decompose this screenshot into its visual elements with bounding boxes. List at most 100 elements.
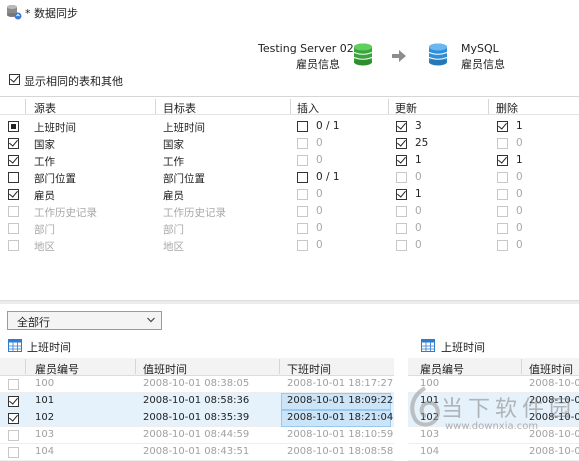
header-update[interactable]: 更新 xyxy=(395,100,417,116)
source-database-icon xyxy=(353,43,373,66)
target-database-icon xyxy=(428,43,448,66)
delete-checkbox[interactable] xyxy=(497,121,508,132)
update-checkbox[interactable] xyxy=(396,121,407,132)
update-count: 0 xyxy=(415,222,422,234)
row-include-checkbox[interactable] xyxy=(8,223,19,234)
delete-checkbox[interactable] xyxy=(497,240,508,251)
row-include-checkbox[interactable] xyxy=(8,206,19,217)
insert-count: 0 xyxy=(316,205,323,217)
update-count: 3 xyxy=(415,120,422,132)
delete-count: 1 xyxy=(516,120,523,132)
panel-splitter[interactable] xyxy=(0,300,579,304)
delete-checkbox[interactable] xyxy=(497,189,508,200)
delete-checkbox[interactable] xyxy=(497,172,508,183)
column-separator xyxy=(290,99,291,114)
column-separator xyxy=(488,99,489,114)
header-source-table[interactable]: 源表 xyxy=(34,100,56,116)
target-table-name: 部门 xyxy=(163,224,184,236)
table-row[interactable]: 100 2008-10-01 08:38:05 2008-10-01 18:17… xyxy=(0,376,394,393)
update-checkbox[interactable] xyxy=(396,155,407,166)
right-table-title: 上班时间 xyxy=(441,341,485,354)
table-row[interactable]: 104 2008-10-01 08:43:51 2008-10-01 18:08… xyxy=(0,444,394,461)
column-separator xyxy=(388,99,389,114)
mapping-row[interactable]: 部门位置 部门位置 0 / 1 0 0 xyxy=(0,169,579,186)
right-header-id[interactable]: 雇员编号 xyxy=(420,361,464,377)
row-include-checkbox[interactable] xyxy=(8,138,19,149)
left-header-end[interactable]: 下班时间 xyxy=(287,361,331,377)
show-same-label: 显示相同的表和其他 xyxy=(24,75,123,88)
row-include-checkbox[interactable] xyxy=(8,155,19,166)
cell-end-time: 2008-10-01 18:10:59 xyxy=(287,429,394,440)
target-table-name: 地区 xyxy=(163,241,184,253)
row-include-checkbox[interactable] xyxy=(8,189,19,200)
update-checkbox[interactable] xyxy=(396,138,407,149)
row-checkbox[interactable] xyxy=(8,379,19,390)
source-table-name: 地区 xyxy=(34,241,55,253)
mapping-row[interactable]: 工作历史记录 工作历史记录 0 0 0 xyxy=(0,203,579,220)
watermark-logo-icon xyxy=(410,386,440,427)
mapping-row[interactable]: 上班时间 上班时间 0 / 1 3 1 xyxy=(0,118,579,135)
update-count: 0 xyxy=(415,239,422,251)
delete-checkbox[interactable] xyxy=(497,223,508,234)
source-table-name: 雇员 xyxy=(34,190,55,202)
insert-checkbox[interactable] xyxy=(297,138,308,149)
header-insert[interactable]: 插入 xyxy=(297,100,319,116)
mapping-row[interactable]: 国家 国家 0 25 0 xyxy=(0,135,579,152)
update-checkbox[interactable] xyxy=(396,206,407,217)
row-checkbox[interactable] xyxy=(8,396,19,407)
right-header-start[interactable]: 值班时间 xyxy=(529,361,573,377)
update-checkbox[interactable] xyxy=(396,172,407,183)
row-include-checkbox[interactable] xyxy=(8,172,19,183)
delete-checkbox[interactable] xyxy=(497,138,508,149)
left-header-id[interactable]: 雇员编号 xyxy=(35,361,79,377)
row-filter-dropdown[interactable]: 全部行 xyxy=(7,311,162,330)
insert-checkbox[interactable] xyxy=(297,240,308,251)
row-include-checkbox[interactable] xyxy=(8,240,19,251)
delete-checkbox[interactable] xyxy=(497,206,508,217)
update-checkbox[interactable] xyxy=(396,240,407,251)
update-checkbox[interactable] xyxy=(396,189,407,200)
row-checkbox[interactable] xyxy=(8,413,19,424)
delete-checkbox[interactable] xyxy=(497,155,508,166)
right-grid-header: 雇员编号 值班时间 xyxy=(408,358,579,376)
insert-checkbox[interactable] xyxy=(297,172,308,183)
watermark-text: 当下软件园 xyxy=(441,397,577,422)
mapping-row[interactable]: 地区 地区 0 0 0 xyxy=(0,237,579,254)
insert-count: 0 / 1 xyxy=(316,120,340,132)
insert-checkbox[interactable] xyxy=(297,155,308,166)
mapping-row[interactable]: 雇员 雇员 0 1 0 xyxy=(0,186,579,203)
mapping-row[interactable]: 部门 部门 0 0 0 xyxy=(0,220,579,237)
table-row[interactable]: 102 2008-10-01 08:35:39 2008-10-01 18:21… xyxy=(0,410,394,427)
left-header-start[interactable]: 值班时间 xyxy=(143,361,187,377)
column-separator xyxy=(135,359,136,374)
show-same-checkbox[interactable] xyxy=(9,74,20,85)
table-row[interactable]: 103 2008-10-01 08:44:59 2008-10-01 18:10… xyxy=(0,427,394,444)
window-title: * 数据同步 xyxy=(25,7,78,20)
column-separator xyxy=(521,359,522,374)
table-icon xyxy=(421,339,435,352)
delete-count: 0 xyxy=(516,137,523,149)
left-grid-header: 雇员编号 值班时间 下班时间 xyxy=(0,358,394,376)
source-table-name: 国家 xyxy=(34,139,55,151)
left-table-title: 上班时间 xyxy=(27,341,71,354)
row-include-checkbox[interactable] xyxy=(8,121,19,132)
insert-checkbox[interactable] xyxy=(297,121,308,132)
cell-id: 103 xyxy=(35,429,55,440)
header-target-table[interactable]: 目标表 xyxy=(163,100,196,116)
cell-end-time: 2008-10-01 18:21:04 xyxy=(287,412,394,423)
row-checkbox[interactable] xyxy=(8,447,19,458)
target-table-name: 雇员 xyxy=(163,190,184,202)
cell-id: 104 xyxy=(35,446,55,457)
insert-checkbox[interactable] xyxy=(297,189,308,200)
insert-checkbox[interactable] xyxy=(297,206,308,217)
source-table-name: 部门位置 xyxy=(34,173,76,185)
table-row[interactable]: 101 2008-10-01 08:58:36 2008-10-01 18:09… xyxy=(0,393,394,410)
row-checkbox[interactable] xyxy=(8,430,19,441)
header-delete[interactable]: 删除 xyxy=(496,100,518,116)
insert-checkbox[interactable] xyxy=(297,223,308,234)
mapping-row[interactable]: 工作 工作 0 1 1 xyxy=(0,152,579,169)
cell-id: 100 xyxy=(35,378,55,389)
delete-count: 0 xyxy=(516,239,523,251)
watermark-url: www.downxia.com xyxy=(445,421,539,432)
update-checkbox[interactable] xyxy=(396,223,407,234)
